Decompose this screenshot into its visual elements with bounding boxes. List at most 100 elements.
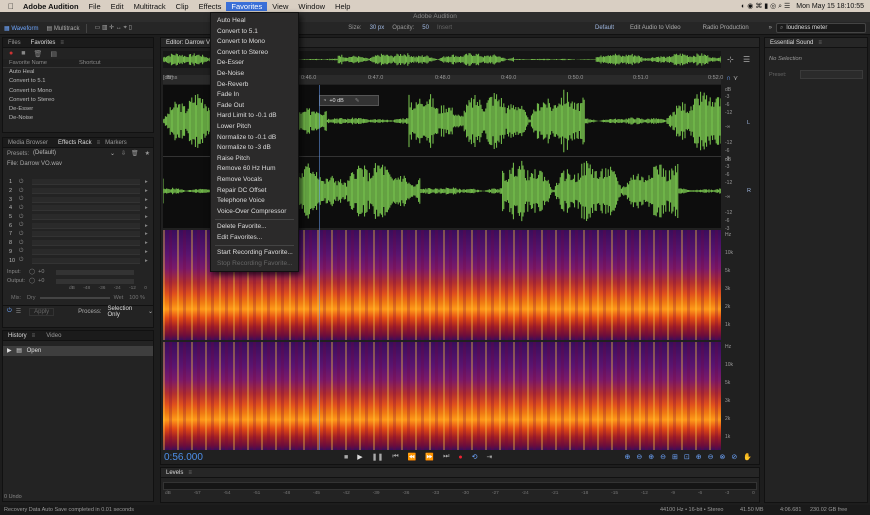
effect-slot[interactable]: 6 ⏻ ▸ <box>3 221 153 230</box>
mix-slider[interactable] <box>39 297 110 300</box>
chevron-right-icon[interactable]: ▸ <box>145 197 153 203</box>
mix-percent[interactable]: 100 % <box>129 295 145 301</box>
input-knob-icon[interactable]: ◯ <box>29 269 35 275</box>
power-icon[interactable]: ⏻ <box>19 240 27 247</box>
power-icon[interactable]: ⏻ <box>19 188 27 195</box>
slot-field[interactable] <box>32 188 140 195</box>
zoom-in-time-icon[interactable]: ⊕ <box>648 453 654 461</box>
list-item[interactable]: De-Noise <box>3 114 153 123</box>
effect-slot[interactable]: 7 ⏻ ▸ <box>3 230 153 239</box>
menu-item-favorite[interactable]: De-Esser <box>211 58 298 69</box>
zoom-out-amplitude-icon[interactable]: ⊖ <box>636 453 642 461</box>
chevron-right-icon[interactable]: ▸ <box>145 240 153 246</box>
zoom-out-icon[interactable]: ⊖ <box>708 453 714 461</box>
menu-item-favorite[interactable]: Convert to 5.1 <box>211 27 298 38</box>
list-icon[interactable]: ☰ <box>16 308 21 315</box>
menu-view[interactable]: View <box>267 2 293 11</box>
ruler-icons[interactable]: ∩ ⋎ <box>726 74 738 82</box>
tab-favorites[interactable]: Favorites <box>26 40 61 46</box>
edit-icon[interactable]: ▤ <box>50 50 57 58</box>
panel-menu-icon[interactable]: ≡ <box>188 470 192 476</box>
workspace-edit-audio-video[interactable]: Edit Audio to Video <box>626 25 685 31</box>
insert-button[interactable]: Insert <box>433 25 456 31</box>
col-favorite-name[interactable]: Favorite Name <box>3 59 79 67</box>
list-item[interactable]: Auto Heal <box>3 68 153 77</box>
save-preset-icon[interactable]: ⇩ <box>121 150 126 157</box>
hud-gain-value[interactable]: +0 dB <box>329 98 344 104</box>
power-icon[interactable]: ⏻ <box>19 222 27 229</box>
menu-help[interactable]: Help <box>330 2 355 11</box>
menu-item-favorite[interactable]: Convert to Mono <box>211 37 298 48</box>
stop-icon[interactable]: ■ <box>344 454 348 461</box>
time-display[interactable]: 0:56.000 <box>164 452 344 463</box>
power-icon[interactable]: ⏻ <box>19 196 27 203</box>
input-value[interactable]: +0 <box>38 269 56 275</box>
apple-icon[interactable]:  <box>0 2 19 11</box>
menu-edit[interactable]: Edit <box>106 2 129 11</box>
col-shortcut[interactable]: Shortcut <box>79 59 101 67</box>
slot-field[interactable] <box>32 231 140 238</box>
pin-icon[interactable]: ✎ <box>355 98 360 104</box>
record-icon[interactable]: ● <box>458 454 462 461</box>
tab-effects-rack[interactable]: Effects Rack <box>53 140 97 146</box>
play-icon[interactable]: ▶ <box>357 453 362 461</box>
zoom-reset-icon[interactable]: ⊗ <box>720 453 726 461</box>
tab-video[interactable]: Video <box>41 333 66 339</box>
zoom-full-icon[interactable]: ⊞ <box>672 453 678 461</box>
record-icon[interactable]: ● <box>9 50 13 57</box>
effect-slot[interactable]: 8 ⏻ ▸ <box>3 239 153 248</box>
zoom-to-fit-icon[interactable]: ⊹ <box>727 55 734 64</box>
tab-files[interactable]: Files <box>3 40 26 46</box>
channel-label-l[interactable]: L <box>747 120 750 126</box>
effect-slot[interactable]: 10 ⏻ ▸ <box>3 256 153 265</box>
rewind-icon[interactable]: ⏪ <box>408 453 417 461</box>
waveform-mode-button[interactable]: ▦ Waveform <box>0 25 42 32</box>
menu-clip[interactable]: Clip <box>171 2 194 11</box>
menu-item-favorite[interactable]: Telephone Voice <box>211 196 298 207</box>
output-knob-icon[interactable]: ◯ <box>29 278 35 284</box>
go-end-icon[interactable]: ⏭ <box>443 453 449 461</box>
history-item[interactable]: ▶ ▤ Open <box>3 346 153 356</box>
zoom-selection-icon[interactable]: ⊡ <box>684 453 690 461</box>
menu-multitrack[interactable]: Multitrack <box>129 2 171 11</box>
panel-menu-icon[interactable]: ≡ <box>32 333 36 339</box>
slot-field[interactable] <box>32 248 140 255</box>
delete-preset-icon[interactable]: 🗑 <box>131 150 139 157</box>
channel-label-r[interactable]: R <box>747 188 751 194</box>
apply-button[interactable]: Apply <box>29 307 55 316</box>
effect-slot[interactable]: 9 ⏻ ▸ <box>3 248 153 257</box>
panel-menu-icon[interactable]: ≡ <box>818 40 822 46</box>
slot-field[interactable] <box>32 240 140 247</box>
essential-sound-title[interactable]: Essential Sound <box>765 40 818 46</box>
list-item[interactable]: Convert to Stereo <box>3 96 153 105</box>
power-icon[interactable]: ⏻ <box>7 308 12 315</box>
effect-slot[interactable]: 4 ⏻ ▸ <box>3 204 153 213</box>
fast-forward-icon[interactable]: ⏩ <box>425 453 434 461</box>
playhead[interactable] <box>319 85 320 450</box>
menu-item-favorite[interactable]: Lower Pitch <box>211 122 298 133</box>
pause-icon[interactable]: ❚❚ <box>372 453 384 461</box>
menu-item-start-recording-favorite[interactable]: Start Recording Favorite... <box>211 248 298 259</box>
chevron-right-icon[interactable]: ▸ <box>145 188 153 194</box>
list-item[interactable]: Convert to 5.1 <box>3 77 153 86</box>
presets-select[interactable]: (Default) ⌄ <box>33 150 115 157</box>
app-menu[interactable]: Adobe Audition <box>19 2 84 11</box>
menu-favorites[interactable]: Favorites <box>226 1 268 11</box>
opacity-value[interactable]: 50 <box>418 25 433 31</box>
menu-item-favorite[interactable]: Fade Out <box>211 101 298 112</box>
workspace-default[interactable]: Default <box>591 25 618 31</box>
list-item[interactable]: Convert to Mono <box>3 87 153 96</box>
slot-field[interactable] <box>32 205 140 212</box>
effect-slot[interactable]: 3 ⏻ ▸ <box>3 195 153 204</box>
menu-item-favorite[interactable]: Voice-Over Compressor <box>211 207 298 218</box>
skip-icon[interactable]: ⇥ <box>487 453 493 461</box>
power-icon[interactable]: ⏻ <box>19 257 27 264</box>
menu-window[interactable]: Window <box>293 2 330 11</box>
go-start-icon[interactable]: ⏮ <box>392 453 398 461</box>
zoom-controls[interactable]: ⊕ ⊖ ⊕ ⊖ ⊞ ⊡ ⊕ ⊖ ⊗ ⊘ ✋ <box>625 453 752 461</box>
zoom-out-time-icon[interactable]: ⊖ <box>660 453 666 461</box>
menu-item-favorite[interactable]: Normalize to -3 dB <box>211 143 298 154</box>
power-icon[interactable]: ⏻ <box>19 231 27 238</box>
levels-title[interactable]: Levels <box>161 470 188 476</box>
power-icon[interactable]: ⏻ <box>19 179 27 186</box>
